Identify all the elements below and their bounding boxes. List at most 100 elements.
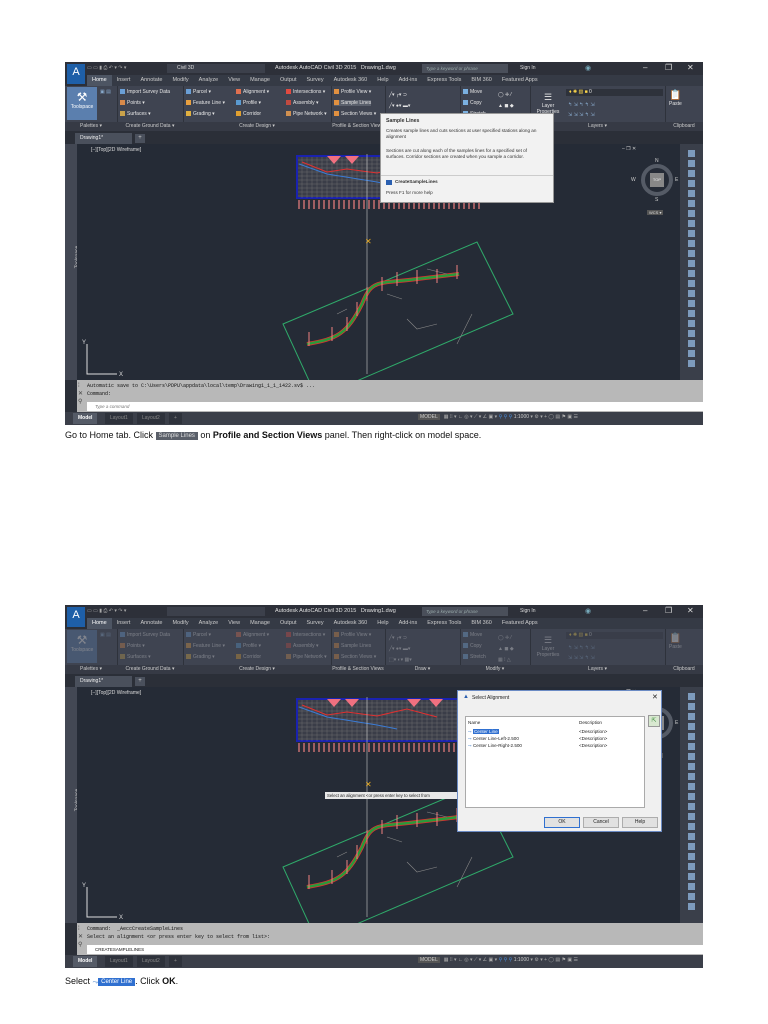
tab-home[interactable]: Home	[87, 618, 112, 629]
search-input[interactable]: Type a keyword or phrase	[422, 64, 508, 73]
tab-bim-360[interactable]: BIM 360	[466, 618, 496, 629]
panel-label-design[interactable]: Create Design ▾	[183, 665, 331, 674]
tab-add-ins[interactable]: Add-ins	[394, 75, 423, 86]
dialog-cancel-button[interactable]: Cancel	[583, 817, 619, 828]
workspace-select[interactable]	[167, 607, 265, 616]
model-space-toggle[interactable]: MODEL	[418, 414, 440, 420]
palette-tool-icon[interactable]	[688, 713, 695, 720]
ribbon-button[interactable]: Copy	[463, 100, 482, 106]
panel-label-ground[interactable]: Create Ground Data ▾	[117, 122, 183, 131]
ribbon-button[interactable]: Parcel ▾	[186, 632, 211, 638]
annotation-icons[interactable]: ⚲ ⚲ ⚲	[499, 414, 514, 420]
toolspace-palette[interactable]: Toolspace	[65, 144, 80, 380]
ribbon-button[interactable]: Feature Line ▾	[186, 100, 225, 106]
palette-tool-icon[interactable]	[688, 150, 695, 157]
palette-tool-icon[interactable]	[688, 703, 695, 710]
tab-survey[interactable]: Survey	[301, 75, 328, 86]
tab-featured-apps[interactable]: Featured Apps	[497, 618, 543, 629]
drawing-canvas[interactable]: ✕ Y X	[77, 144, 680, 380]
palette-tool-icon[interactable]	[688, 280, 695, 287]
panel-label-profile[interactable]: Profile & Section Views	[331, 122, 385, 131]
pick-from-drawing-button[interactable]: ⇱	[648, 715, 660, 727]
tool-palette-strip[interactable]	[680, 144, 703, 380]
palette-tool-icon[interactable]	[688, 733, 695, 740]
tab-modify[interactable]: Modify	[167, 75, 193, 86]
tab-autodesk-360[interactable]: Autodesk 360	[329, 75, 373, 86]
toolspace-palette[interactable]: Toolspace	[65, 687, 80, 923]
search-input[interactable]: Type a keyword or phrase	[422, 607, 508, 616]
tab-output[interactable]: Output	[275, 618, 302, 629]
model-space-viewport[interactable]: [−][Top][2D Wireframe]✕YXTOPNSEWWCS ▾– ❐…	[77, 144, 680, 380]
panel-label-ground[interactable]: Create Ground Data ▾	[117, 665, 183, 674]
palette-tool-icon[interactable]	[688, 180, 695, 187]
ribbon-button[interactable]: Alignment ▾	[236, 632, 269, 638]
tab-add-ins[interactable]: Add-ins	[394, 618, 423, 629]
wcs-menu[interactable]: WCS ▾	[647, 210, 664, 215]
model-space-toggle[interactable]: MODEL	[418, 957, 440, 963]
palette-tool-icon[interactable]	[688, 803, 695, 810]
more-status-tools[interactable]: ▾ ⚙ ▾ + ◯ ▤ ⚑ ▣ ☰	[529, 414, 578, 420]
palette-tool-icon[interactable]	[688, 250, 695, 257]
ribbon-button[interactable]: Profile View ▾	[334, 89, 371, 95]
panel-label-palettes[interactable]: Palettes ▾	[65, 122, 117, 131]
palette-tool-icon[interactable]	[688, 160, 695, 167]
palette-tool-icon[interactable]	[688, 743, 695, 750]
palette-tool-icon[interactable]	[688, 260, 695, 267]
alignment-row[interactable]: ⤳ Center Line-Left-2.500 <Description>	[468, 736, 642, 743]
ribbon-button[interactable]: Move	[463, 89, 482, 95]
palette-tool-icon[interactable]	[688, 340, 695, 347]
layer-properties-button[interactable]: ☰ Layer Properties	[533, 92, 563, 115]
palette-tool-icon[interactable]	[688, 240, 695, 247]
minimize-button[interactable]: –	[643, 606, 647, 615]
column-header-description[interactable]: Description	[579, 720, 602, 725]
palette-tool-icon[interactable]	[688, 210, 695, 217]
ribbon-button[interactable]: Sample Lines	[334, 643, 371, 649]
palette-tool-icon[interactable]	[688, 843, 695, 850]
restore-button[interactable]: ❐	[665, 606, 672, 615]
palette-tool-icon[interactable]	[688, 723, 695, 730]
palette-tool-icon[interactable]	[688, 903, 695, 910]
ribbon-button[interactable]: Move	[463, 632, 482, 638]
palette-tool-icon[interactable]	[688, 310, 695, 317]
dialog-help-button[interactable]: Help	[622, 817, 658, 828]
command-input[interactable]: CREATESAMPLELINES	[87, 945, 703, 954]
tab-manage[interactable]: Manage	[245, 618, 275, 629]
ribbon-button[interactable]: Corridor	[236, 111, 261, 117]
ribbon-button[interactable]: Alignment ▾	[236, 89, 269, 95]
palette-tool-icon[interactable]	[688, 813, 695, 820]
tab-analyze[interactable]: Analyze	[194, 618, 224, 629]
restore-button[interactable]: ❐	[665, 63, 672, 72]
ribbon-button[interactable]: Pipe Network ▾	[286, 111, 327, 117]
annotation-icons[interactable]: ⚲ ⚲ ⚲	[499, 957, 514, 963]
tab-insert[interactable]: Insert	[112, 618, 136, 629]
ribbon-button[interactable]: Profile ▾	[236, 643, 261, 649]
alignment-row[interactable]: ⤳ Center Line-Right-2.500 <Description>	[468, 743, 642, 750]
tab-insert[interactable]: Insert	[112, 75, 136, 86]
help-icon[interactable]: ◉	[585, 607, 591, 615]
palette-tool-icon[interactable]	[688, 200, 695, 207]
new-tab-button[interactable]: +	[135, 134, 145, 143]
paste-button[interactable]: 📋 Paste	[669, 633, 682, 650]
tab-survey[interactable]: Survey	[301, 618, 328, 629]
toolspace-button[interactable]: ⚒ Toolspace	[67, 630, 97, 663]
sign-in-button[interactable]: Sign In	[520, 608, 536, 614]
tab-help[interactable]: Help	[372, 618, 393, 629]
command-grip[interactable]: ⁞ ✕ ⚲	[78, 382, 83, 406]
tab-home[interactable]: Home	[87, 75, 112, 86]
dialog-close-button[interactable]: ✕	[652, 693, 658, 701]
tab-drawing1[interactable]: Drawing1*	[75, 676, 132, 687]
viewcube[interactable]: TOP N S E W	[631, 158, 681, 204]
tab-autodesk-360[interactable]: Autodesk 360	[329, 618, 373, 629]
new-tab-button[interactable]: +	[135, 677, 145, 686]
tab-analyze[interactable]: Analyze	[194, 75, 224, 86]
palette-tool-icon[interactable]	[688, 350, 695, 357]
column-header-name[interactable]: Name	[468, 720, 480, 725]
palette-icons[interactable]: ▣ ▤	[100, 89, 111, 95]
modify-tools[interactable]: ◯ ✛ ⁄ ▲ ◼ ◆ ▦ ⁞ △	[498, 633, 514, 666]
layout-tab-layout1[interactable]: Layout1	[105, 413, 133, 424]
new-layout-button[interactable]: +	[169, 413, 182, 424]
workspace-select[interactable]: Civil 3D	[167, 64, 265, 73]
ribbon-button[interactable]: Profile ▾	[236, 100, 261, 106]
panel-label-draw[interactable]: Draw ▾	[385, 665, 460, 674]
panel-label-layers[interactable]: Layers ▾	[530, 665, 665, 674]
